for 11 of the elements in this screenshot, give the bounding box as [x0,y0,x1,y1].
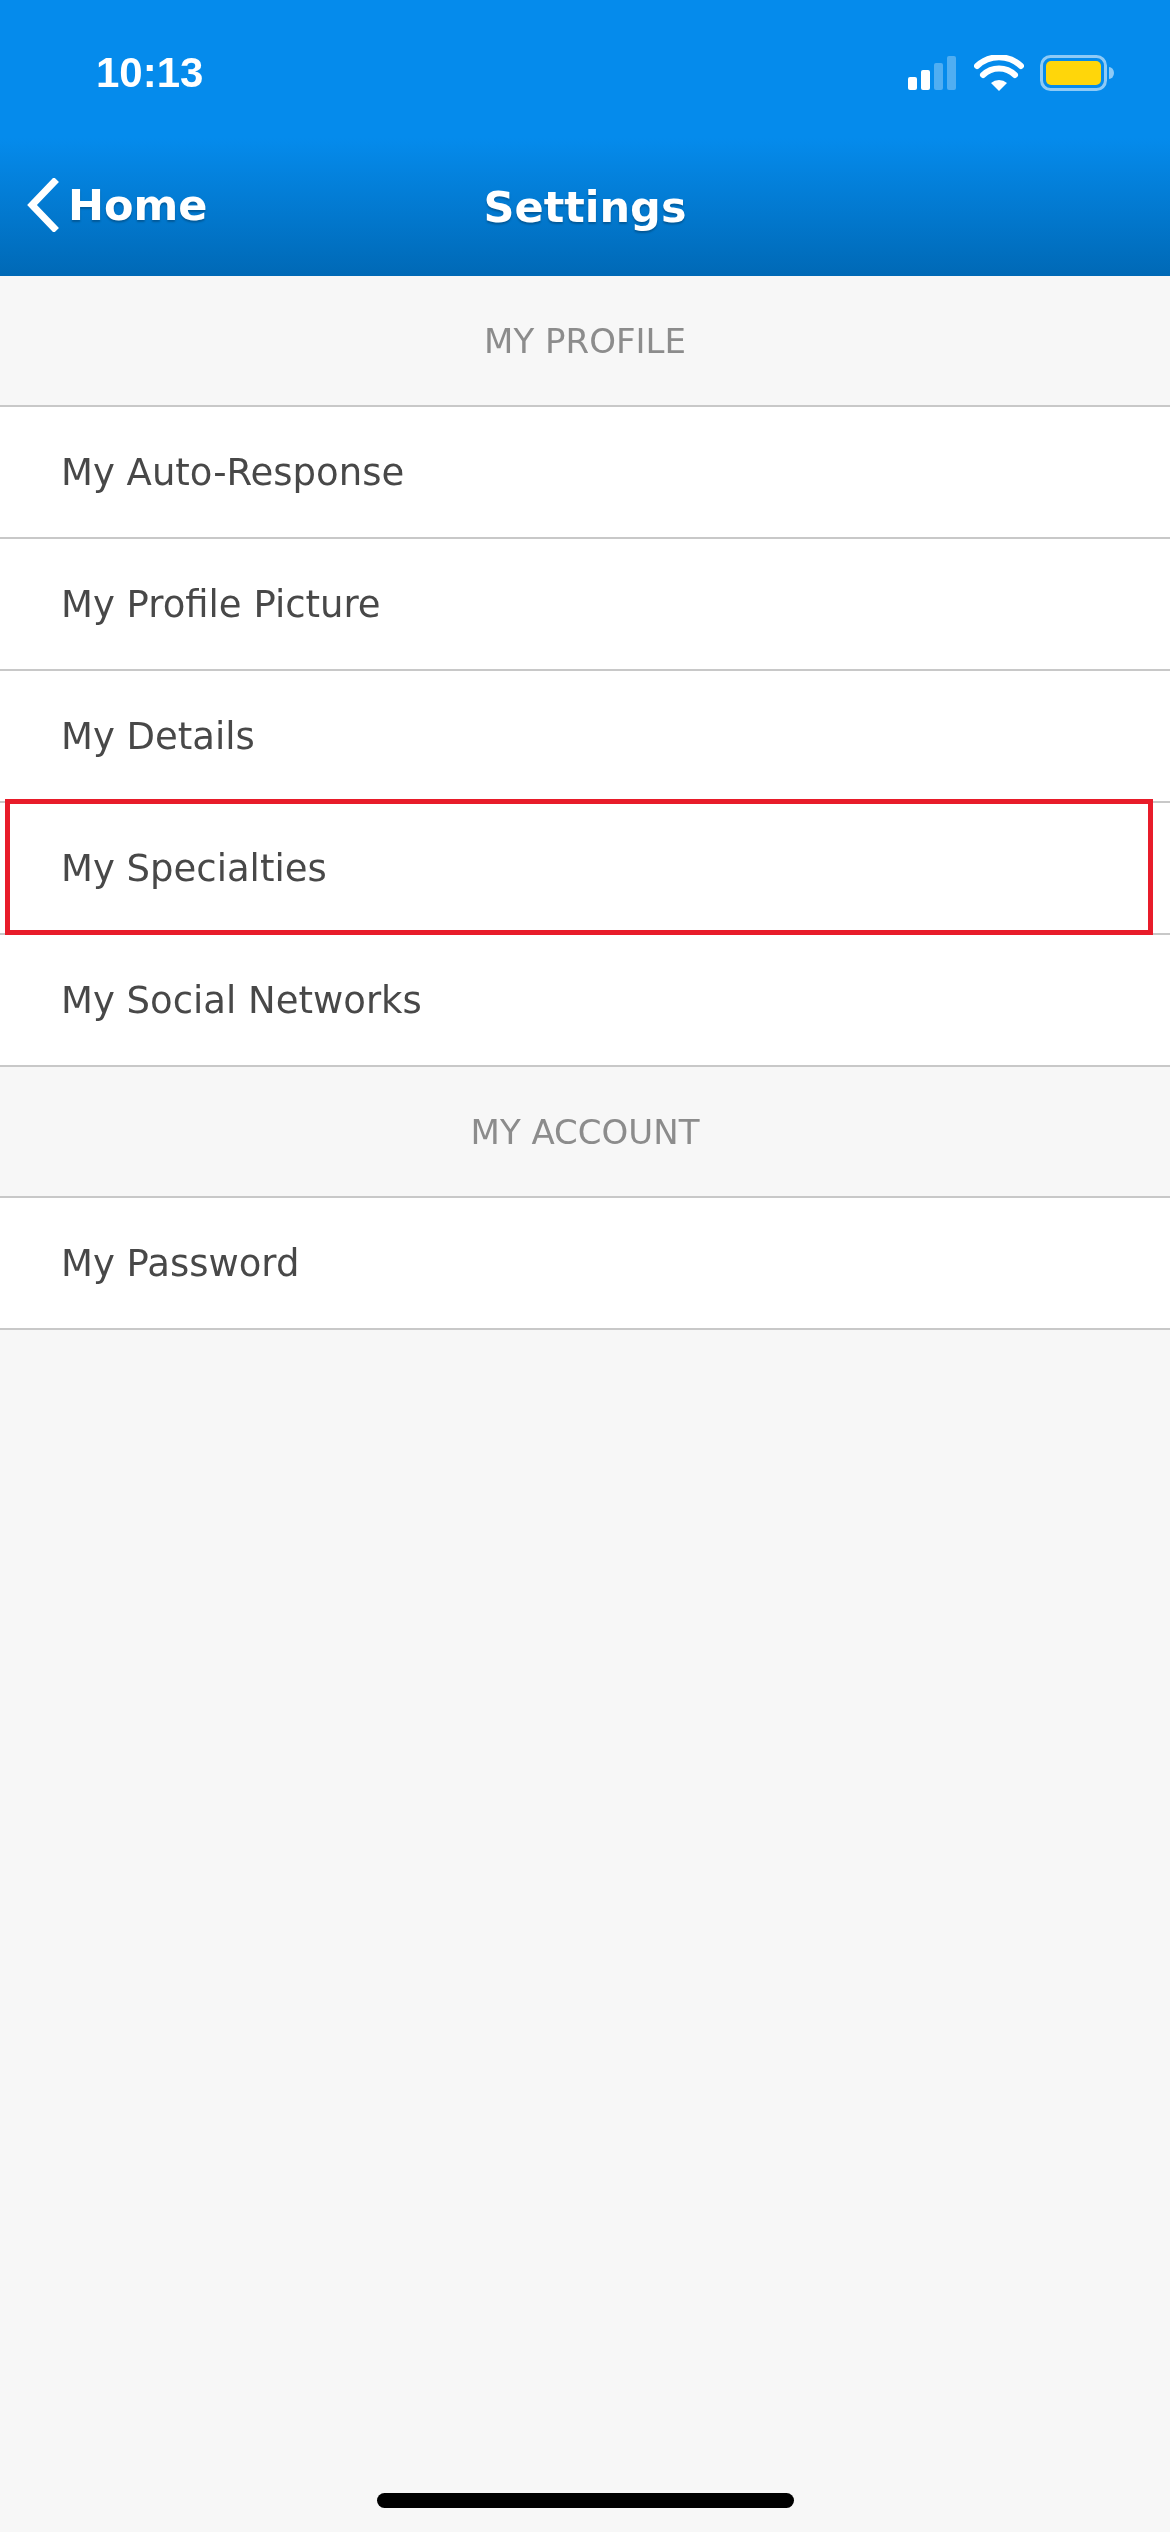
status-time: 10:13 [96,49,204,97]
back-button[interactable]: Home [24,178,208,232]
settings-row[interactable]: My Details [0,671,1170,803]
battery-icon [1040,55,1114,91]
screen-title: Settings [483,182,687,232]
wifi-icon [974,55,1024,91]
settings-row[interactable]: My Profile Picture [0,539,1170,671]
settings-row[interactable]: My Social Networks [0,935,1170,1067]
settings-row[interactable]: My Password [0,1198,1170,1330]
cellular-signal-icon [908,56,958,90]
settings-row[interactable]: My Auto-Response [0,407,1170,539]
